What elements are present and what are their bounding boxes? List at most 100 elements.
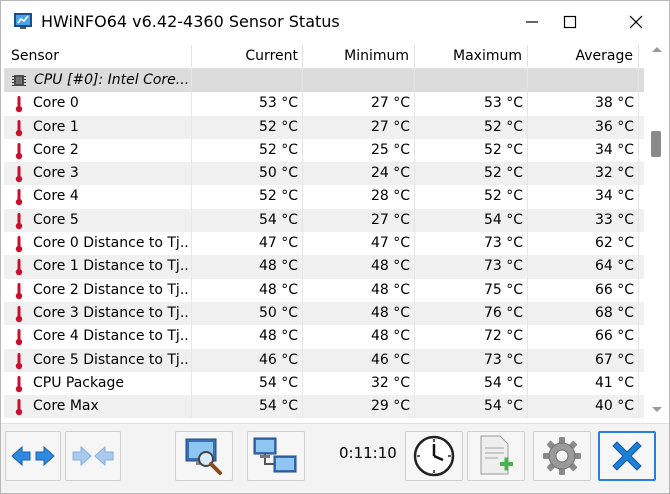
table-row[interactable]: Core 2 52 °C 25 °C 52 °C 34 °C — [4, 138, 644, 163]
thermometer-icon — [15, 189, 23, 206]
column-divider — [302, 92, 303, 116]
current-value: 50 °C — [258, 165, 298, 182]
column-divider — [414, 69, 415, 93]
thermometer-icon — [15, 119, 23, 136]
column-divider — [638, 232, 639, 256]
maximize-button[interactable] — [547, 1, 593, 43]
current-value: 54 °C — [258, 211, 298, 228]
column-divider — [638, 301, 639, 326]
sensor-table[interactable]: Sensor Current Minimum Maximum Average C… — [4, 43, 647, 418]
scroll-down-arrow-icon[interactable] — [652, 407, 662, 412]
maximum-value: 52 °C — [483, 118, 523, 135]
collapse-arrows-icon — [72, 445, 114, 467]
table-row[interactable]: Core 3 50 °C 24 °C 52 °C 32 °C — [4, 162, 644, 186]
table-row[interactable]: Core 1 52 °C 27 °C 52 °C 36 °C — [4, 115, 644, 139]
column-divider — [527, 301, 528, 326]
current-value: 48 °C — [258, 281, 298, 298]
average-value: 66 °C — [594, 281, 634, 298]
sensor-name: Core 5 Distance to Tj... — [33, 351, 189, 368]
column-divider — [414, 162, 415, 186]
average-value: 40 °C — [594, 398, 634, 415]
group-label: CPU [#0]: Intel Core... — [34, 72, 190, 88]
column-divider — [527, 325, 528, 349]
thermometer-icon — [15, 236, 23, 253]
collapse-button[interactable] — [65, 431, 121, 481]
maximum-value: 53 °C — [483, 95, 523, 112]
table-row[interactable]: Core 3 Distance to Tj... 50 °C 48 °C 76 °C 6… — [4, 301, 644, 326]
minimum-value: 48 °C — [370, 328, 410, 345]
minimum-value: 48 °C — [370, 304, 410, 321]
current-value: 52 °C — [258, 188, 298, 205]
column-divider — [638, 162, 639, 186]
table-row[interactable]: Core 0 Distance to Tj... 47 °C 47 °C 73 °C 6… — [4, 232, 644, 256]
maximum-value: 54 °C — [483, 398, 523, 415]
column-divider — [302, 301, 303, 326]
expand-button[interactable] — [5, 431, 61, 481]
thermometer-icon — [15, 259, 23, 276]
minimum-value: 46 °C — [370, 351, 410, 368]
maximum-value: 72 °C — [483, 328, 523, 345]
sensor-name: Core 2 — [33, 141, 79, 158]
table-row[interactable]: Core 4 52 °C 28 °C 52 °C 34 °C — [4, 185, 644, 209]
column-divider — [302, 348, 303, 372]
current-value: 46 °C — [258, 351, 298, 368]
column-header-current[interactable]: Current — [191, 43, 298, 69]
network-computers-icon — [253, 437, 297, 473]
maximize-icon — [563, 15, 577, 29]
table-row[interactable]: Core 2 Distance to Tj... 48 °C 48 °C 75 °C 6… — [4, 278, 644, 302]
title-bar[interactable]: HWiNFO64 v6.42-4360 Sensor Status — [1, 1, 669, 43]
column-divider — [302, 278, 303, 302]
sensor-name: Core 1 — [33, 118, 79, 135]
settings-button[interactable] — [533, 431, 591, 481]
scroll-up-arrow-icon[interactable] — [652, 47, 662, 52]
maximum-value: 52 °C — [483, 188, 523, 205]
table-row[interactable]: Core 4 Distance to Tj... 48 °C 48 °C 72 °C 6… — [4, 325, 644, 349]
column-divider — [527, 162, 528, 186]
average-value: 33 °C — [594, 211, 634, 228]
maximum-value: 52 °C — [483, 165, 523, 182]
column-header-sensor[interactable]: Sensor — [11, 43, 59, 69]
table-row[interactable]: Core 5 54 °C 27 °C 54 °C 33 °C — [4, 208, 644, 233]
table-row[interactable]: Core 5 Distance to Tj... 46 °C 46 °C 73 °C 6… — [4, 348, 644, 372]
column-divider — [302, 208, 303, 233]
average-value: 34 °C — [594, 141, 634, 158]
add-log-icon — [480, 435, 513, 475]
column-divider — [414, 92, 415, 116]
column-divider — [638, 45, 639, 67]
table-row[interactable]: Core 0 53 °C 27 °C 53 °C 38 °C — [4, 92, 644, 116]
monitor-button[interactable] — [175, 431, 233, 481]
close-sensors-button[interactable] — [598, 431, 656, 481]
average-value: 36 °C — [594, 118, 634, 135]
log-button[interactable] — [467, 431, 525, 481]
column-divider — [638, 255, 639, 279]
average-value: 68 °C — [594, 304, 634, 321]
column-divider — [414, 301, 415, 326]
maximum-value: 76 °C — [483, 304, 523, 321]
window-close-button[interactable] — [613, 1, 659, 43]
minimum-value: 27 °C — [370, 118, 410, 135]
sensor-name: CPU Package — [33, 374, 124, 391]
thermometer-icon — [15, 142, 23, 160]
vertical-scrollbar[interactable] — [647, 43, 667, 418]
network-button[interactable] — [247, 431, 305, 481]
column-divider — [527, 232, 528, 256]
table-row[interactable]: CPU Package 54 °C 32 °C 54 °C 41 °C — [4, 371, 644, 396]
reset-clock-button[interactable] — [405, 431, 463, 481]
column-divider — [302, 69, 303, 93]
column-divider — [302, 138, 303, 163]
column-header-maximum[interactable]: Maximum — [414, 43, 522, 69]
maximum-value: 75 °C — [483, 281, 523, 298]
maximum-value: 73 °C — [483, 351, 523, 368]
group-row-cpu[interactable]: CPU [#0]: Intel Core... — [4, 69, 644, 93]
minimum-value: 29 °C — [370, 398, 410, 415]
column-header-minimum[interactable]: Minimum — [302, 43, 409, 69]
scroll-thumb[interactable] — [651, 131, 661, 157]
column-divider — [414, 325, 415, 349]
maximum-value: 73 °C — [483, 235, 523, 252]
maximum-value: 52 °C — [483, 141, 523, 158]
column-divider — [638, 371, 639, 396]
column-header-average[interactable]: Average — [527, 43, 634, 69]
table-row[interactable]: Core 1 Distance to Tj... 48 °C 48 °C 73 °C 6… — [4, 255, 644, 279]
table-row[interactable]: Core Max 54 °C 29 °C 54 °C 40 °C — [4, 395, 644, 418]
gear-icon — [543, 437, 581, 475]
